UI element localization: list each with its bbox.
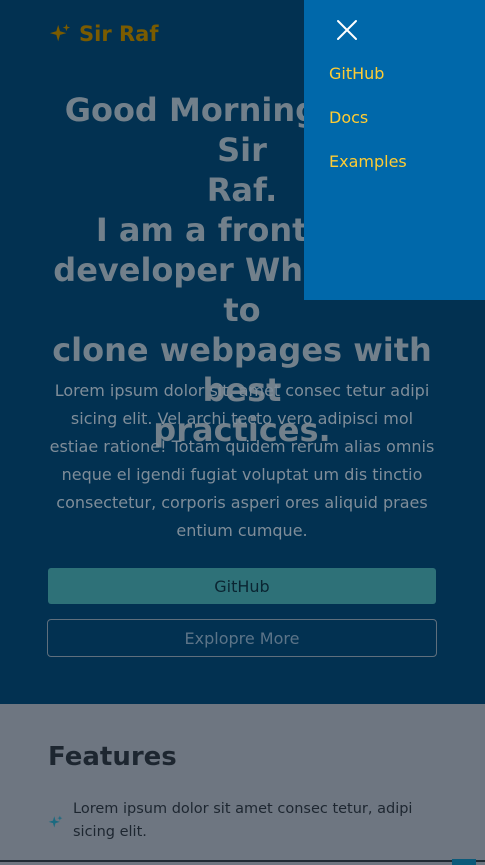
close-icon[interactable]	[336, 19, 358, 41]
sparkles-icon	[48, 815, 63, 828]
divider	[0, 860, 485, 862]
feature-text: Lorem ipsum dolor sit amet consec tetur,…	[73, 801, 413, 840]
feature-list-item: Lorem ipsum dolor sit amet consec tetur,…	[48, 798, 428, 844]
menu-link-examples[interactable]: Examples	[329, 152, 407, 171]
brand[interactable]: Sir Raf	[49, 20, 158, 48]
menu-link-docs[interactable]: Docs	[329, 108, 368, 127]
hero-lead-text: Lorem ipsum dolor sit, amet consec tetur…	[49, 381, 435, 540]
scroll-indicator	[452, 859, 476, 865]
brand-name: Sir Raf	[79, 22, 159, 46]
explore-more-button[interactable]: Explopre More	[47, 619, 437, 657]
menu-link-github[interactable]: GitHub	[329, 64, 384, 83]
side-menu	[304, 0, 485, 300]
github-button[interactable]: GitHub	[48, 568, 436, 604]
features-title: Features	[48, 742, 177, 772]
sparkles-icon	[49, 23, 71, 42]
